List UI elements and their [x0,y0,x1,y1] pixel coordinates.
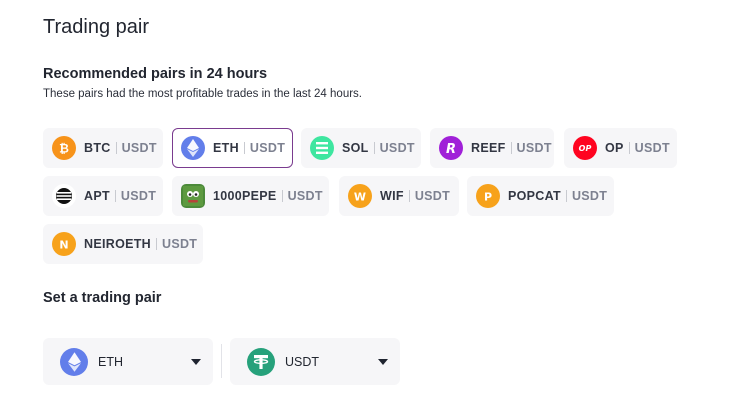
quote-currency-select[interactable]: USDT [230,338,400,385]
pair-separator [114,190,116,202]
pair-base: BTC [84,141,111,155]
pair-quote: USDT [571,189,608,203]
select-divider [221,344,222,378]
pair-popcat-usdt[interactable]: P POPCAT USDT [467,176,614,216]
page-title: Trading pair [43,16,149,38]
pair-separator [408,190,410,202]
pair-quote: USDT [414,189,451,203]
pepe-icon [181,184,205,208]
wif-icon: W [348,184,372,208]
pair-base: APT [84,189,110,203]
pair-btc-usdt[interactable]: ₿ BTC USDT [43,128,163,168]
op-icon: OP [573,136,597,160]
sol-icon [310,136,334,160]
pair-base: WIF [380,189,404,203]
pair-apt-usdt[interactable]: APT USDT [43,176,163,216]
pair-quote: USDT [120,189,157,203]
pair-separator [373,142,375,154]
pair-base: 1000PEPE [213,189,277,203]
pair-reef-usdt[interactable]: R REEF USDT [430,128,554,168]
eth-icon [60,347,88,376]
pair-quote: USDT [121,141,157,155]
pair-sol-usdt[interactable]: SOL USDT [301,128,421,168]
svg-text:W: W [354,191,366,204]
apt-icon [52,184,76,208]
svg-text:N: N [59,239,68,252]
quote-currency-value: USDT [285,354,320,369]
pair-quote: USDT [634,141,670,155]
pair-quote: USDT [162,237,198,251]
pair-op-usdt[interactable]: OP OP USDT [564,128,677,168]
pair-separator [565,190,567,202]
pair-base: OP [605,141,624,155]
base-currency-value: ETH [98,354,123,369]
pair-separator [156,238,157,250]
svg-text:R: R [446,142,456,155]
pair-eth-usdt[interactable]: ETH USDT [172,128,293,168]
pair-quote: USDT [379,141,415,155]
chevron-down-icon[interactable] [191,358,201,365]
pair-separator [510,142,512,154]
pair-neiroeth-usdt[interactable]: N NEIROETH USDT [43,224,203,264]
pair-separator [243,142,245,154]
svg-text:P: P [484,191,492,204]
pair-separator [628,142,630,154]
recommended-subheading: These pairs had the most profitable trad… [43,88,362,100]
pair-1000pepe-usdt[interactable]: 1000PEPE USDT [172,176,329,216]
pair-base: ETH [213,141,239,155]
reef-icon: R [439,136,463,160]
base-currency-select[interactable]: ETH [43,338,213,385]
eth-icon [181,136,205,160]
pair-separator [281,190,283,202]
pair-wif-usdt[interactable]: W WIF USDT [339,176,459,216]
pair-base: SOL [342,141,369,155]
svg-text:OP: OP [579,144,592,153]
pair-quote: USDT [516,141,552,155]
pair-quote: USDT [287,189,323,203]
pair-quote: USDT [249,141,286,155]
pair-separator [115,142,117,154]
pair-base: REEF [471,141,506,155]
pair-base: NEIROETH [84,237,151,251]
chevron-down-icon[interactable] [378,358,388,365]
pair-base: POPCAT [508,189,561,203]
usdt-icon [247,347,275,376]
svg-text:₿: ₿ [59,142,69,156]
set-pair-heading: Set a trading pair [43,290,162,306]
neiroeth-icon: N [52,232,76,256]
recommended-heading: Recommended pairs in 24 hours [43,66,268,82]
btc-icon: ₿ [52,136,76,160]
popcat-icon: P [476,184,500,208]
